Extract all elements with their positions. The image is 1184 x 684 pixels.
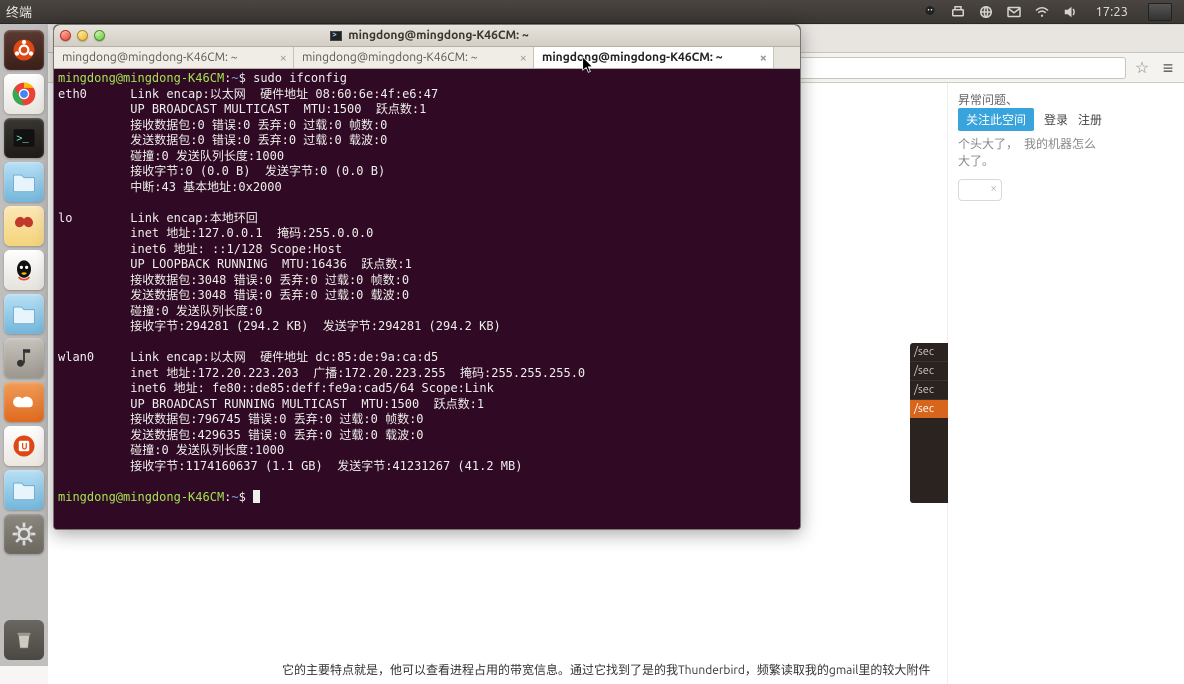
bandwidth-strip: /sec /sec /sec /sec: [910, 343, 948, 503]
mini-popover: ×: [958, 179, 1002, 201]
bookmark-star-icon[interactable]: ☆: [1132, 58, 1152, 77]
launcher-item-folder2[interactable]: [4, 294, 44, 334]
terminal-tab[interactable]: mingdong@mingdong-K46CM: ~ ×: [54, 47, 294, 68]
window-maximize-button[interactable]: [94, 30, 105, 41]
close-icon[interactable]: ×: [990, 182, 997, 195]
bandwidth-cell: /sec: [910, 380, 948, 399]
terminal-tabbar: mingdong@mingdong-K46CM: ~×mingdong@ming…: [54, 47, 800, 69]
session-indicator-icon[interactable]: [1148, 3, 1172, 21]
launcher-trash[interactable]: [4, 620, 44, 660]
close-icon[interactable]: ×: [760, 51, 767, 65]
right-snippet: 昇常问题、: [958, 91, 1174, 108]
svg-text:>_: >_: [16, 134, 29, 146]
browser-right-column: 昇常问题、 关注此空间 登录 注册 个头大了， 我的机器怎么 大了。 ×: [948, 83, 1184, 684]
terminal-tab-label: mingdong@mingdong-K46CM: ~: [542, 51, 723, 64]
unity-launcher: >_ U: [0, 24, 48, 666]
launcher-item-terminal[interactable]: >_: [4, 118, 44, 158]
launcher-item-music[interactable]: [4, 338, 44, 378]
mail-indicator-icon[interactable]: [1005, 4, 1023, 20]
printer-indicator-icon[interactable]: [949, 4, 967, 20]
right-snippet: 个头大了，: [958, 135, 1018, 152]
terminal-tab[interactable]: mingdong@mingdong-K46CM: ~ ×: [534, 47, 774, 68]
terminal-tab-label: mingdong@mingdong-K46CM: ~: [302, 51, 478, 64]
terminal-body[interactable]: mingdong@mingdong-K46CM:~$ sudo ifconfig…: [54, 69, 800, 529]
close-icon[interactable]: ×: [280, 51, 287, 65]
launcher-item-qq[interactable]: [4, 250, 44, 290]
article-footer-text: 它的主要特点就是，他可以查看进程占用的带宽信息。通过它找到了是的我Thunder…: [278, 661, 934, 678]
launcher-item-software[interactable]: U: [4, 426, 44, 466]
clock-indicator[interactable]: 17:23: [1095, 5, 1128, 19]
terminal-icon: [330, 31, 342, 41]
qq-indicator-icon[interactable]: [921, 4, 939, 20]
launcher-item-butterfly[interactable]: [4, 206, 44, 246]
window-titlebar[interactable]: mingdong@mingdong-K46CM: ~: [54, 25, 800, 47]
close-icon[interactable]: ×: [520, 51, 527, 65]
launcher-item-chrome[interactable]: [4, 74, 44, 114]
launcher-item-settings[interactable]: [4, 514, 44, 554]
bandwidth-cell: /sec: [910, 361, 948, 380]
launcher-item-ubuntuone[interactable]: [4, 382, 44, 422]
top-menubar: 终端 17:23: [0, 0, 1184, 24]
sound-indicator-icon[interactable]: [1061, 4, 1079, 20]
app-menu-label[interactable]: 终端: [6, 2, 32, 21]
wifi-indicator-icon[interactable]: [1033, 4, 1051, 20]
window-title: mingdong@mingdong-K46CM: ~: [348, 29, 529, 42]
launcher-item-folder3[interactable]: [4, 470, 44, 510]
browser-menu-icon[interactable]: ≡: [1158, 59, 1178, 77]
launcher-item-files[interactable]: [4, 162, 44, 202]
svg-text:U: U: [21, 442, 27, 452]
window-minimize-button[interactable]: [77, 30, 88, 41]
right-snippet: 我的机器怎么: [1024, 135, 1096, 152]
register-link[interactable]: 注册: [1078, 111, 1102, 128]
indicator-area: 17:23: [921, 3, 1172, 21]
terminal-cursor: [253, 490, 260, 503]
window-close-button[interactable]: [60, 30, 71, 41]
bandwidth-cell: /sec: [910, 343, 948, 361]
terminal-window: mingdong@mingdong-K46CM: ~ mingdong@ming…: [53, 24, 801, 530]
follow-space-button[interactable]: 关注此空间: [958, 108, 1034, 131]
right-snippet: 大了。: [958, 152, 1174, 169]
login-link[interactable]: 登录: [1044, 111, 1068, 128]
terminal-tab[interactable]: mingdong@mingdong-K46CM: ~ ×: [294, 47, 534, 68]
terminal-tab-label: mingdong@mingdong-K46CM: ~: [62, 51, 238, 64]
bandwidth-cell-highlight: /sec: [910, 399, 948, 418]
launcher-item-dash[interactable]: [4, 30, 44, 70]
globe-indicator-icon[interactable]: [977, 4, 995, 20]
